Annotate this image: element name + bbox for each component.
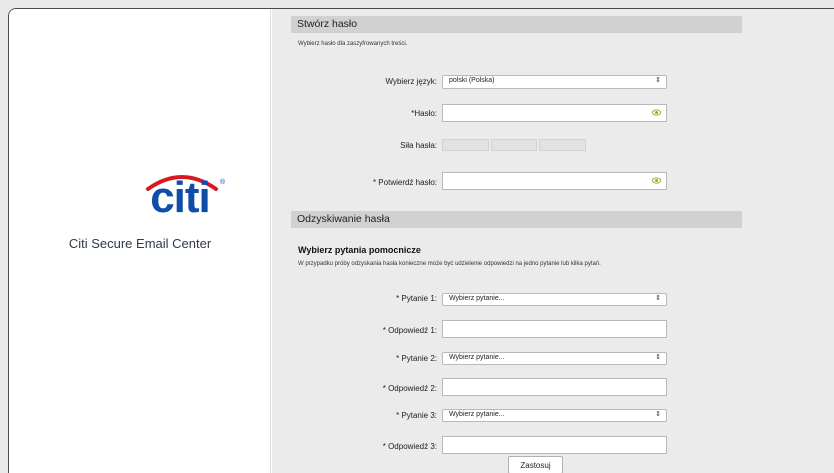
recovery-instruction: W przypadku próby odzyskania hasła konie… (298, 261, 601, 267)
question-3-value: Wybierz pytanie... (449, 411, 505, 418)
security-questions-heading: Wybierz pytania pomocnicze (298, 245, 421, 255)
apply-button[interactable]: Zastosuj (508, 456, 563, 473)
browser-frame: citi ® Citi Secure Email Center Stwórz h… (8, 8, 834, 473)
show-password-eye-icon[interactable] (652, 108, 661, 117)
question-2-select[interactable]: Wybierz pytanie... ⇕ (442, 352, 667, 365)
select-arrows-icon: ⇕ (655, 295, 661, 302)
password-strength-label: Siła hasła: (400, 141, 437, 150)
question-3-label: * Pytanie 3: (396, 411, 437, 420)
answer-1-field[interactable] (442, 320, 667, 338)
confirm-password-label: * Potwierdź hasło: (372, 178, 437, 187)
language-select[interactable]: polski (Polska) ⇕ (442, 75, 667, 89)
confirm-password-field[interactable] (442, 172, 667, 190)
language-select-value: polski (Polska) (449, 77, 495, 84)
select-arrows-icon: ⇕ (655, 354, 661, 361)
create-password-header: Stwórz hasło (291, 16, 742, 33)
question-1-label: * Pytanie 1: (396, 294, 437, 303)
citi-logo-text: citi (150, 173, 211, 222)
form-panel: Stwórz hasło Wybierz hasło dla zaszyfrow… (272, 9, 834, 473)
password-field[interactable] (442, 104, 667, 122)
select-arrows-icon: ⇕ (655, 411, 661, 418)
question-2-label: * Pytanie 2: (396, 354, 437, 363)
answer-1-label: * Odpowiedź 1: (382, 326, 437, 335)
show-confirm-eye-icon[interactable] (652, 176, 661, 185)
brand-panel: citi ® Citi Secure Email Center (9, 9, 271, 473)
registered-mark: ® (220, 179, 226, 186)
citi-logo: citi ® (134, 167, 226, 222)
strength-segment (442, 139, 489, 151)
select-arrows-icon: ⇕ (655, 77, 661, 84)
language-label: Wybierz język: (385, 77, 438, 86)
question-3-select[interactable]: Wybierz pytanie... ⇕ (442, 409, 667, 422)
strength-segment (490, 139, 538, 151)
password-strength-meter (442, 139, 587, 151)
answer-2-label: * Odpowiedź 2: (382, 384, 437, 393)
question-2-value: Wybierz pytanie... (449, 354, 505, 361)
answer-2-field[interactable] (442, 378, 667, 396)
password-label: *Hasło: (411, 109, 437, 118)
strength-segment (539, 139, 587, 151)
question-1-select[interactable]: Wybierz pytanie... ⇕ (442, 293, 667, 306)
password-recovery-header: Odzyskiwanie hasła (291, 211, 742, 228)
question-1-value: Wybierz pytanie... (449, 295, 505, 302)
answer-3-field[interactable] (442, 436, 667, 454)
answer-3-label: * Odpowiedź 3: (382, 442, 437, 451)
password-instruction: Wybierz hasło dla zaszyfrowanych treści. (298, 41, 408, 47)
center-name: Citi Secure Email Center (68, 236, 212, 251)
